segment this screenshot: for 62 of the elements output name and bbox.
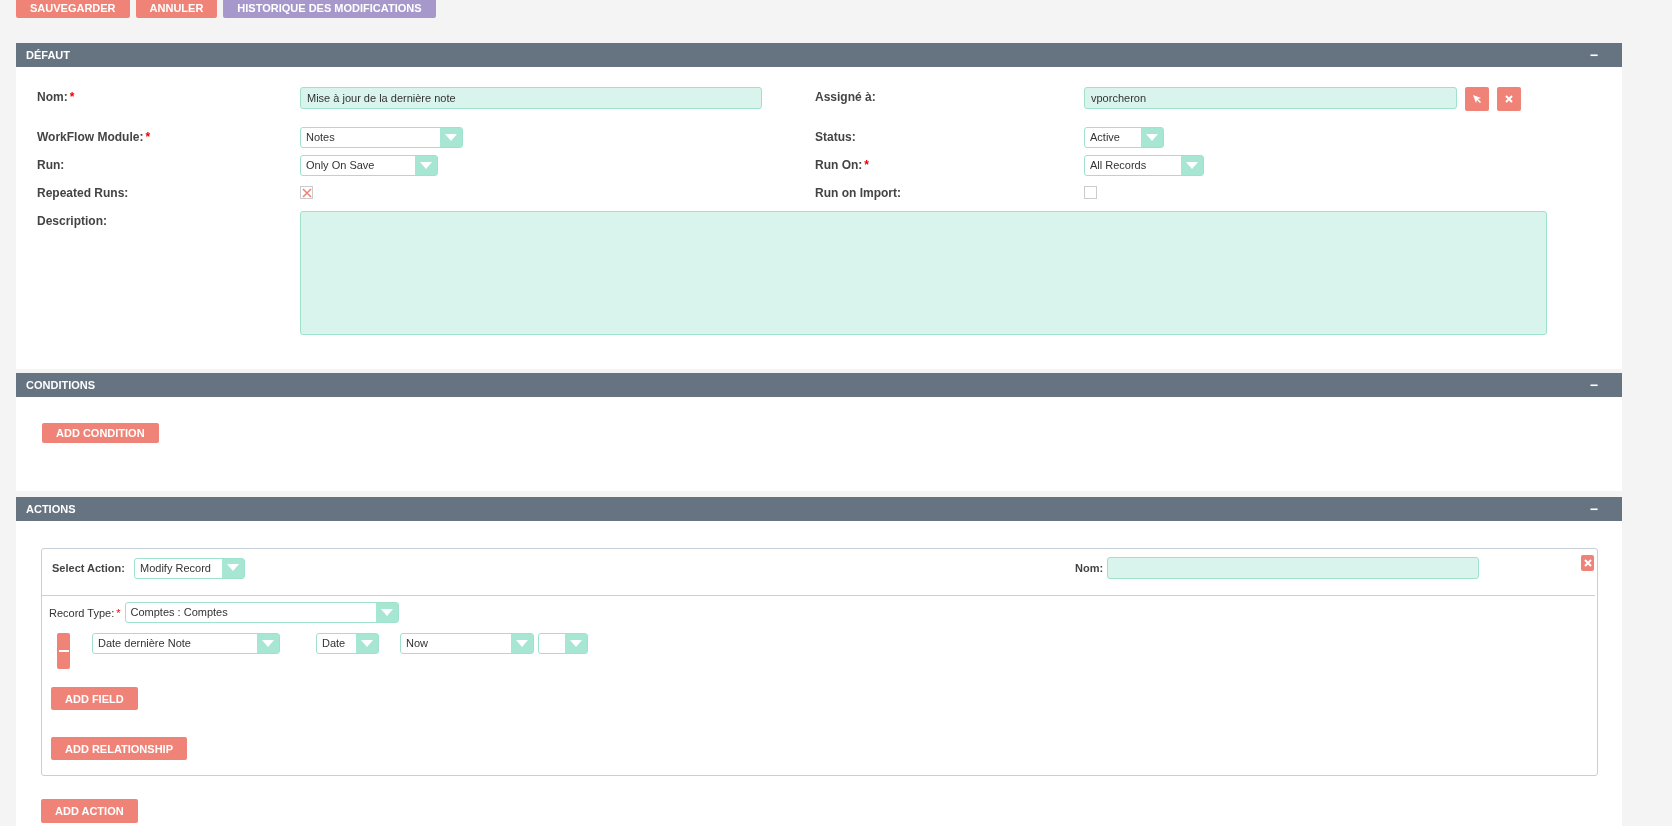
minus-icon xyxy=(58,650,69,652)
caret-icon xyxy=(445,133,457,142)
dropdown[interactable]: Date dernière Note xyxy=(92,633,280,654)
panel-title: DÉFAUT xyxy=(26,49,70,61)
panel-header[interactable]: CONDITIONS − xyxy=(16,373,1622,397)
field-label: Assigné à: xyxy=(815,89,877,104)
field-label: Record Type: * xyxy=(49,606,121,619)
dropdown[interactable]: Date xyxy=(316,633,379,654)
caret-icon xyxy=(380,608,393,617)
description-field[interactable] xyxy=(300,211,1547,335)
close-icon xyxy=(1505,95,1513,103)
name-field[interactable]: Mise à jour de la dernière note xyxy=(300,87,762,109)
caret-icon xyxy=(516,639,528,648)
caret-icon xyxy=(420,161,432,170)
caret-icon xyxy=(570,639,582,648)
dropdown[interactable]: Notes xyxy=(300,127,463,148)
field-label: Run On: * xyxy=(815,157,870,172)
field-label: Nom: xyxy=(1075,562,1105,574)
field-label: Run: xyxy=(37,157,66,172)
panel-title: CONDITIONS xyxy=(26,379,96,391)
assigned-field[interactable]: vporcheron xyxy=(1084,87,1457,109)
dropdown[interactable]: Comptes : Comptes xyxy=(124,602,399,623)
panel-title: ACTIONS xyxy=(26,503,76,515)
add-action-button[interactable]: ADD ACTION xyxy=(41,799,138,823)
panel-header[interactable]: ACTIONS − xyxy=(16,497,1622,521)
close-icon xyxy=(1583,559,1592,567)
field-label: Description: xyxy=(37,213,108,228)
field-label: Repeated Runs: xyxy=(37,185,130,200)
dropdown[interactable]: Now xyxy=(400,633,534,654)
clear-button[interactable] xyxy=(1497,87,1521,111)
dropdown[interactable]: All Records xyxy=(1084,155,1204,176)
remove-action-button[interactable] xyxy=(1581,555,1594,571)
add-relationship-button[interactable]: ADD RELATIONSHIP xyxy=(51,737,187,760)
add-field-button[interactable]: ADD FIELD xyxy=(51,687,138,710)
name-field[interactable] xyxy=(1107,557,1479,579)
add-condition-button[interactable]: ADD CONDITION xyxy=(42,423,159,443)
panel-header[interactable]: DÉFAUT − xyxy=(16,43,1622,67)
field-label: Run on Import: xyxy=(815,185,902,200)
toolbar-button[interactable]: ANNULER xyxy=(135,0,218,18)
checkbox[interactable] xyxy=(1084,186,1097,199)
toolbar-button[interactable]: HISTORIQUE DES MODIFICATIONS xyxy=(223,0,436,18)
field-label: Select Action: xyxy=(52,562,126,574)
caret-icon xyxy=(262,639,274,648)
dropdown[interactable]: Modify Record xyxy=(134,557,245,579)
caret-icon xyxy=(361,639,373,648)
select-button[interactable] xyxy=(1465,87,1489,111)
caret-icon xyxy=(1146,133,1158,142)
collapse-icon[interactable]: − xyxy=(1589,377,1598,393)
dropdown[interactable]: Only On Save xyxy=(300,155,438,176)
dropdown[interactable] xyxy=(538,633,588,654)
caret-icon xyxy=(227,564,239,572)
field-label: Status: xyxy=(815,129,857,144)
checkbox[interactable] xyxy=(300,186,313,199)
toolbar-button[interactable]: SAUVEGARDER xyxy=(16,0,130,18)
field-label: Nom: * xyxy=(37,89,76,104)
caret-icon xyxy=(1186,161,1198,170)
field-label: WorkFlow Module: * xyxy=(37,129,152,144)
collapse-icon[interactable]: − xyxy=(1589,501,1598,517)
cursor-icon xyxy=(1472,94,1482,104)
remove-field-button[interactable] xyxy=(57,633,70,669)
dropdown[interactable]: Active xyxy=(1084,127,1164,148)
collapse-icon[interactable]: − xyxy=(1589,47,1598,63)
